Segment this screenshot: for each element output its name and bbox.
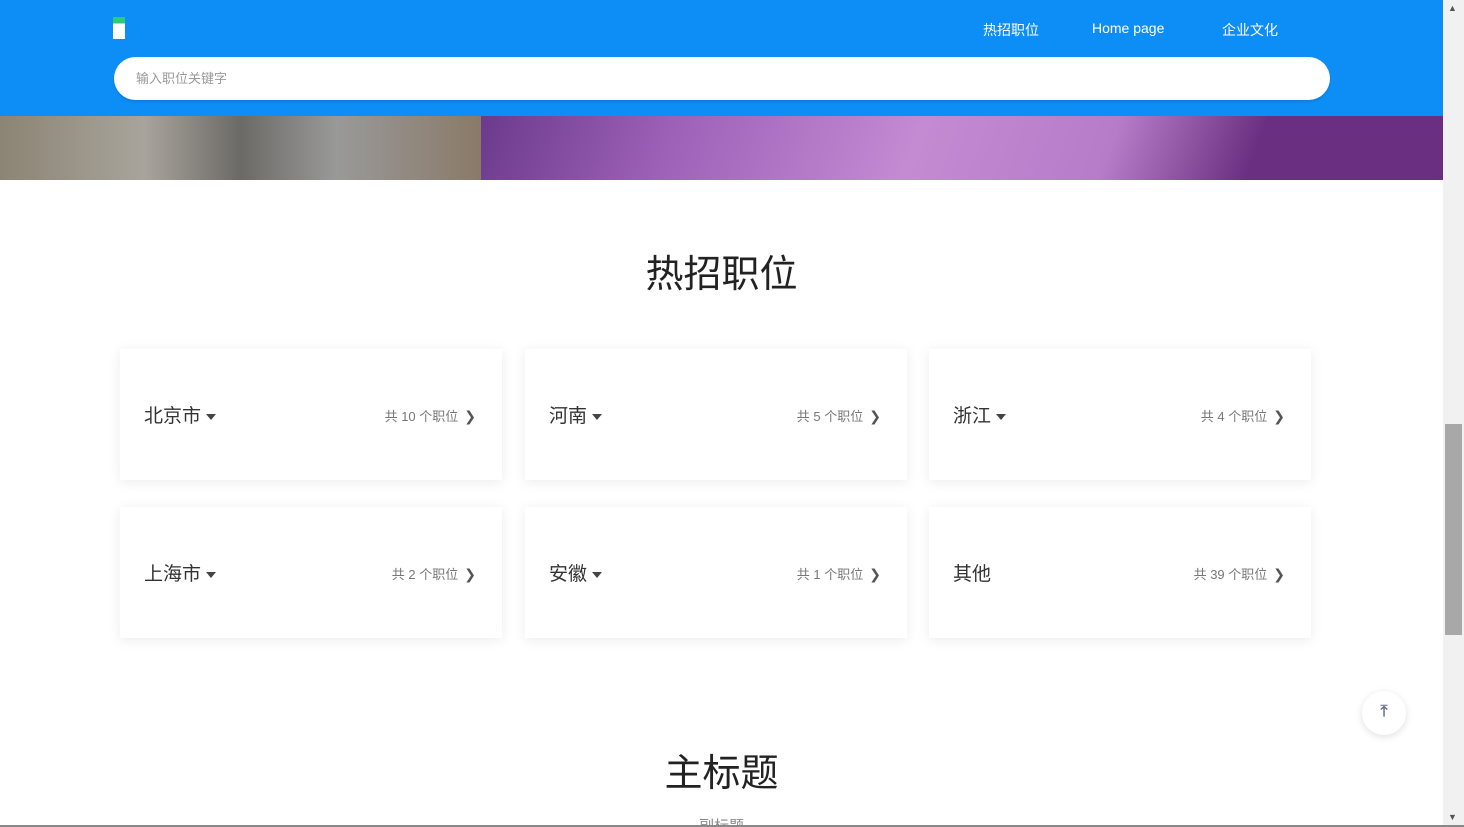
scrollbar[interactable]: ▲ ▼ xyxy=(1443,0,1464,827)
back-to-top-button[interactable]: ⤒ xyxy=(1362,691,1406,735)
city-name: 上海市 xyxy=(144,564,202,585)
city-name: 其他 xyxy=(953,564,992,585)
caret-down-icon[interactable] xyxy=(996,413,1007,420)
city-name: 安徽 xyxy=(549,564,588,585)
city-card-shanghai[interactable]: 上海市 共 2 个职位 ❯ xyxy=(120,507,502,638)
chevron-right-icon: ❯ xyxy=(869,408,881,424)
main-title: 主标题 xyxy=(664,753,779,795)
nav-hot-jobs[interactable]: 热招职位 xyxy=(983,20,1039,40)
caret-down-icon[interactable] xyxy=(206,413,217,420)
banner-carousel[interactable] xyxy=(0,116,1443,180)
banner-image-purple xyxy=(481,116,1443,180)
hot-jobs-title: 热招职位 xyxy=(645,254,798,296)
scroll-up-arrow-icon[interactable]: ▲ xyxy=(1448,3,1457,13)
city-name: 浙江 xyxy=(953,406,992,427)
job-count: 共 2 个职位 xyxy=(391,567,459,582)
search-input[interactable] xyxy=(114,57,1330,100)
scrollbar-thumb[interactable] xyxy=(1445,424,1462,635)
header: 热招职位 Home page 企业文化 xyxy=(0,0,1443,116)
logo[interactable] xyxy=(113,17,125,39)
job-count: 共 4 个职位 xyxy=(1200,409,1268,424)
city-card-anhui[interactable]: 安徽 共 1 个职位 ❯ xyxy=(525,507,907,638)
chevron-right-icon: ❯ xyxy=(464,408,476,424)
page: 热招职位 Home page 企业文化 热招职位 北京市 共 10 个职位 ❯ 河南… xyxy=(0,0,1443,827)
city-card-beijing[interactable]: 北京市 共 10 个职位 ❯ xyxy=(120,349,502,480)
banner-image-office xyxy=(0,116,481,180)
chevron-right-icon: ❯ xyxy=(869,566,881,582)
chevron-right-icon: ❯ xyxy=(1273,408,1285,424)
caret-down-icon[interactable] xyxy=(592,571,603,578)
job-count: 共 10 个职位 xyxy=(384,409,459,424)
job-count: 共 39 个职位 xyxy=(1193,567,1268,582)
caret-down-icon[interactable] xyxy=(592,413,603,420)
job-count: 共 1 个职位 xyxy=(796,567,864,582)
scroll-down-arrow-icon[interactable]: ▼ xyxy=(1448,812,1457,822)
chevron-right-icon: ❯ xyxy=(1273,566,1285,582)
city-card-other[interactable]: 其他 共 39 个职位 ❯ xyxy=(929,507,1311,638)
city-name: 河南 xyxy=(549,406,588,427)
job-count: 共 5 个职位 xyxy=(796,409,864,424)
nav-culture[interactable]: 企业文化 xyxy=(1222,20,1278,40)
nav-home-page[interactable]: Home page xyxy=(1092,20,1164,36)
caret-down-icon[interactable] xyxy=(206,571,217,578)
chevron-right-icon: ❯ xyxy=(464,566,476,582)
arrow-up-to-line-icon: ⤒ xyxy=(1380,703,1388,720)
city-name: 北京市 xyxy=(144,406,202,427)
city-card-zhejiang[interactable]: 浙江 共 4 个职位 ❯ xyxy=(929,349,1311,480)
city-card-henan[interactable]: 河南 共 5 个职位 ❯ xyxy=(525,349,907,480)
